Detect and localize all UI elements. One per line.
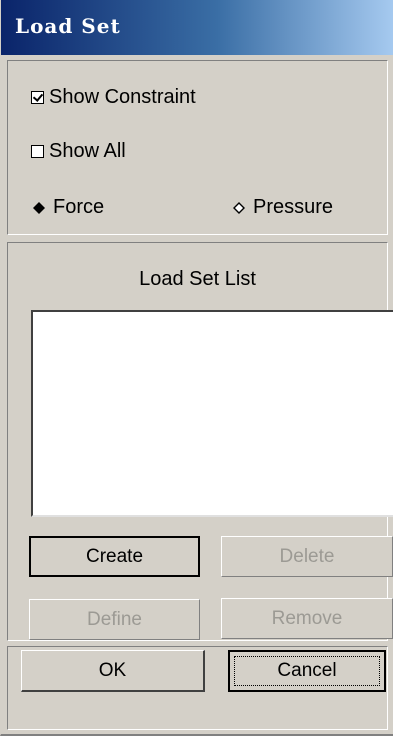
show-constraint-option[interactable]: Show Constraint: [31, 86, 196, 109]
force-radio-icon[interactable]: [33, 201, 45, 214]
load-set-dialog: Load Set Show Constraint Show All Force …: [0, 0, 399, 736]
show-constraint-label: Show Constraint: [49, 86, 196, 108]
ok-button-label: OK: [98, 659, 127, 681]
load-set-listbox[interactable]: [31, 310, 399, 517]
show-constraint-checkbox[interactable]: [31, 91, 44, 104]
background-strip: [393, 0, 403, 736]
ok-button[interactable]: OK: [21, 650, 205, 692]
pressure-radio-label: Pressure: [253, 196, 334, 218]
show-all-option[interactable]: Show All: [31, 140, 126, 163]
delete-button-label: Delete: [279, 545, 335, 567]
create-button[interactable]: Create: [29, 536, 200, 577]
title-bar[interactable]: Load Set: [1, 0, 394, 55]
cancel-button[interactable]: Cancel: [228, 650, 386, 692]
remove-button[interactable]: Remove: [221, 598, 393, 639]
delete-button[interactable]: Delete: [221, 536, 393, 577]
create-button-label: Create: [85, 545, 144, 567]
show-all-label: Show All: [49, 140, 126, 162]
show-all-checkbox[interactable]: [31, 145, 44, 158]
define-button-label: Define: [87, 608, 142, 630]
cancel-button-label: Cancel: [277, 660, 337, 681]
define-button[interactable]: Define: [29, 599, 200, 640]
window-title: Load Set: [15, 14, 121, 38]
pressure-radio-option[interactable]: Pressure: [233, 196, 333, 219]
load-set-list-title: Load Set List: [139, 268, 256, 290]
pressure-radio-icon[interactable]: [233, 201, 245, 214]
force-radio-option[interactable]: Force: [33, 196, 104, 219]
remove-button-label: Remove: [271, 607, 343, 629]
force-radio-label: Force: [53, 196, 105, 218]
